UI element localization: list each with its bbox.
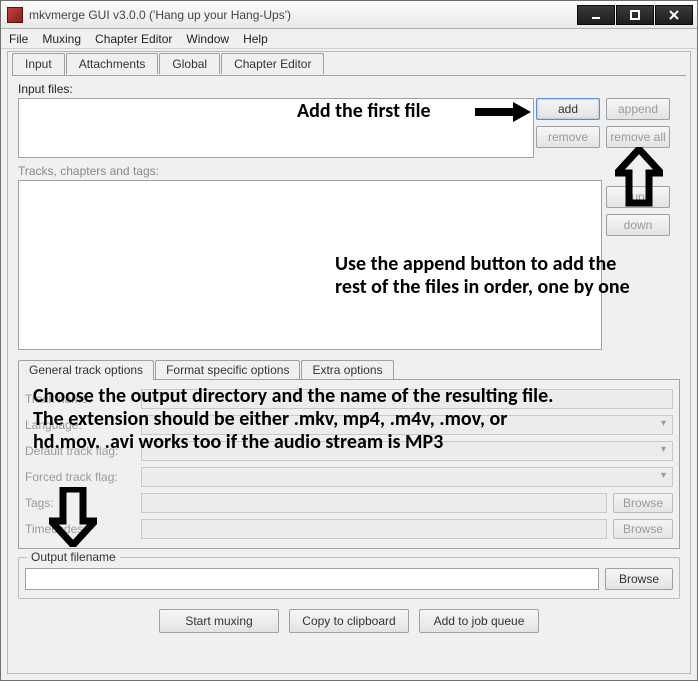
menu-window[interactable]: Window [186, 32, 229, 46]
remove-button[interactable]: remove [536, 126, 600, 148]
language-label: Language: [25, 418, 135, 432]
add-to-job-queue-button[interactable]: Add to job queue [419, 609, 539, 633]
subtab-format-specific[interactable]: Format specific options [155, 360, 300, 379]
input-files-label: Input files: [18, 82, 686, 96]
menu-chapter-editor[interactable]: Chapter Editor [95, 32, 172, 46]
tracks-list[interactable] [18, 180, 602, 350]
timecodes-browse-button[interactable]: Browse [613, 519, 673, 539]
window-controls [577, 5, 693, 25]
tab-body-input: Input files: add append remove remove al… [12, 75, 686, 674]
menu-muxing[interactable]: Muxing [42, 32, 81, 46]
tab-attachments[interactable]: Attachments [66, 53, 159, 74]
tags-input[interactable] [141, 493, 607, 513]
tab-input[interactable]: Input [12, 53, 65, 75]
maximize-button[interactable] [616, 5, 654, 25]
titlebar[interactable]: mkvmerge GUI v3.0.0 ('Hang up your Hang-… [1, 1, 697, 29]
append-button[interactable]: append [606, 98, 670, 120]
action-buttons: Start muxing Copy to clipboard Add to jo… [12, 609, 686, 633]
client-area: Input Attachments Global Chapter Editor … [7, 51, 691, 674]
tab-chapter-editor[interactable]: Chapter Editor [221, 53, 324, 74]
close-button[interactable] [655, 5, 693, 25]
app-window: mkvmerge GUI v3.0.0 ('Hang up your Hang-… [0, 0, 698, 681]
down-button[interactable]: down [606, 214, 670, 236]
app-icon [7, 7, 23, 23]
tags-label: Tags: [25, 496, 135, 510]
default-flag-label: Default track flag: [25, 444, 135, 458]
track-name-label: Track name: [25, 392, 135, 406]
forced-flag-select[interactable] [141, 467, 673, 487]
output-browse-button[interactable]: Browse [605, 568, 673, 590]
menu-file[interactable]: File [9, 32, 28, 46]
input-files-list[interactable] [18, 98, 534, 158]
timecodes-input[interactable] [141, 519, 607, 539]
up-button[interactable]: up [606, 186, 670, 208]
main-tabstrip: Input Attachments Global Chapter Editor [8, 51, 690, 74]
window-title: mkvmerge GUI v3.0.0 ('Hang up your Hang-… [29, 8, 577, 22]
menu-help[interactable]: Help [243, 32, 268, 46]
start-muxing-button[interactable]: Start muxing [159, 609, 279, 633]
output-filename-input[interactable] [25, 568, 599, 590]
minimize-button[interactable] [577, 5, 615, 25]
subtab-general[interactable]: General track options [18, 360, 154, 380]
tracks-label: Tracks, chapters and tags: [18, 164, 686, 178]
subtab-extra[interactable]: Extra options [301, 360, 393, 379]
track-options-tabstrip: General track options Format specific op… [18, 360, 680, 379]
add-button[interactable]: add [536, 98, 600, 120]
output-filename-legend: Output filename [27, 550, 120, 564]
track-options-panel: Track name: Language: Default track flag… [18, 379, 680, 549]
remove-all-button[interactable]: remove all [606, 126, 670, 148]
menubar: File Muxing Chapter Editor Window Help [1, 29, 697, 49]
tags-browse-button[interactable]: Browse [613, 493, 673, 513]
language-select[interactable] [141, 415, 673, 435]
forced-flag-label: Forced track flag: [25, 470, 135, 484]
output-filename-group: Output filename Browse [18, 557, 680, 599]
tab-global[interactable]: Global [159, 53, 220, 74]
track-name-input[interactable] [141, 389, 673, 409]
timecodes-label: Timecodes: [25, 522, 135, 536]
default-flag-select[interactable] [141, 441, 673, 461]
copy-to-clipboard-button[interactable]: Copy to clipboard [289, 609, 409, 633]
